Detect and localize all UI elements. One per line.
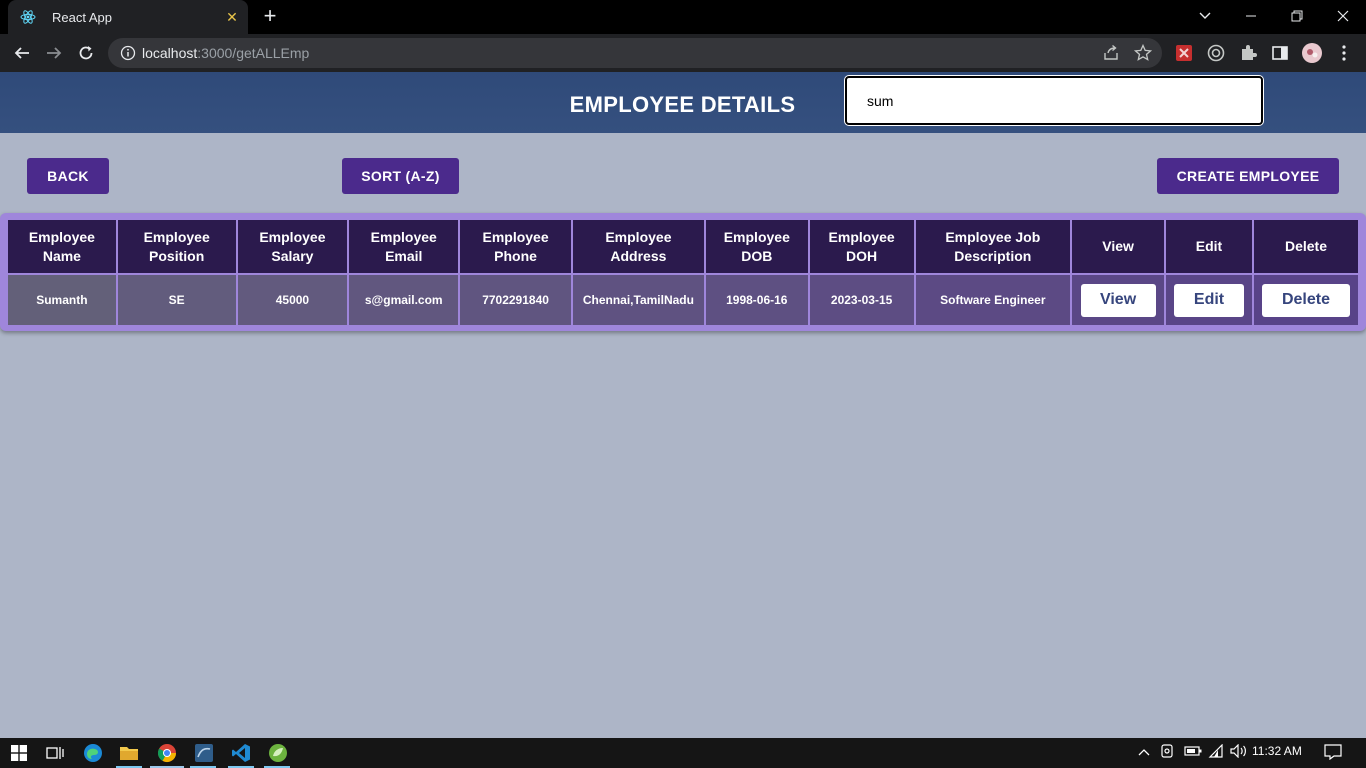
site-info-icon[interactable]: [120, 45, 136, 61]
tab-close-icon[interactable]: ✕: [220, 9, 244, 26]
task-view-icon[interactable]: [44, 742, 66, 764]
notification-center-icon[interactable]: [1324, 744, 1342, 763]
browser-tabstrip: React App ✕ +: [0, 0, 1366, 34]
tab-search-icon[interactable]: [1182, 0, 1228, 32]
reload-icon[interactable]: [72, 39, 100, 67]
react-icon: [20, 9, 36, 25]
view-button[interactable]: View: [1080, 283, 1156, 317]
wifi-icon[interactable]: [1208, 743, 1224, 761]
cell-address: Chennai,TamilNadu: [570, 273, 706, 327]
header-edit: Edit: [1164, 218, 1254, 275]
cell-view: View: [1070, 273, 1167, 327]
tab-title: React App: [52, 9, 112, 25]
chrome-taskbar-icon[interactable]: [156, 742, 178, 764]
vscode-icon[interactable]: [230, 742, 252, 764]
close-window-icon[interactable]: [1320, 0, 1366, 32]
search-input[interactable]: [845, 76, 1263, 125]
employee-table: Employee Name Employee Position Employee…: [6, 218, 1361, 327]
volume-icon[interactable]: [1230, 743, 1248, 761]
chrome-menu-icon[interactable]: [1334, 43, 1354, 63]
header-view: View: [1070, 218, 1167, 275]
header-employee-salary: Employee Salary: [235, 218, 350, 275]
windows-start-icon[interactable]: [8, 742, 30, 764]
sort-button[interactable]: SORT (A-Z): [342, 158, 459, 194]
back-button[interactable]: BACK: [27, 158, 109, 194]
cell-name: Sumanth: [6, 273, 118, 327]
cell-doh: 2023-03-15: [807, 273, 916, 327]
extension-icon[interactable]: [1174, 43, 1194, 63]
taskbar-clock[interactable]: 11:32 AM: [1252, 744, 1302, 758]
table-header-row: Employee Name Employee Position Employee…: [6, 218, 1361, 275]
cell-edit: Edit: [1164, 273, 1254, 327]
target-extension-icon[interactable]: [1206, 43, 1226, 63]
address-bar[interactable]: localhost:3000/getALLEmp: [108, 38, 1162, 68]
file-explorer-icon[interactable]: [118, 742, 140, 764]
url-text: localhost:3000/getALLEmp: [142, 45, 309, 61]
browser-toolbar: localhost:3000/getALLEmp: [0, 34, 1366, 72]
create-employee-button[interactable]: CREATE EMPLOYEE: [1157, 158, 1339, 194]
restore-icon[interactable]: [1274, 0, 1320, 32]
header-delete: Delete: [1251, 218, 1361, 275]
share-icon[interactable]: [1102, 44, 1120, 62]
mysql-workbench-icon[interactable]: [193, 742, 215, 764]
header-employee-name: Employee Name: [6, 218, 118, 275]
back-arrow-icon[interactable]: [8, 39, 36, 67]
page-header: EMPLOYEE DETAILS: [0, 72, 1366, 133]
page-content: EMPLOYEE DETAILS BACK SORT (A-Z) CREATE …: [0, 72, 1366, 738]
delete-button[interactable]: Delete: [1261, 283, 1350, 317]
header-employee-phone: Employee Phone: [458, 218, 573, 275]
new-tab-button[interactable]: +: [258, 5, 282, 29]
windows-taskbar: 11:32 AM: [0, 738, 1366, 768]
cell-position: SE: [115, 273, 238, 327]
table-row: Sumanth SE 45000 s@gmail.com 7702291840 …: [6, 273, 1361, 327]
tray-overflow-icon[interactable]: [1138, 744, 1150, 760]
cell-phone: 7702291840: [458, 273, 573, 327]
forward-arrow-icon[interactable]: [40, 39, 68, 67]
side-panel-icon[interactable]: [1270, 43, 1290, 63]
cell-job-description: Software Engineer: [913, 273, 1073, 327]
battery-icon[interactable]: [1184, 744, 1202, 760]
header-employee-job-description: Employee Job Description: [913, 218, 1073, 275]
minimize-icon[interactable]: [1228, 0, 1274, 32]
meet-now-icon[interactable]: [1160, 744, 1174, 763]
cell-email: s@gmail.com: [347, 273, 461, 327]
employee-table-container: Employee Name Employee Position Employee…: [0, 213, 1366, 331]
header-employee-address: Employee Address: [570, 218, 706, 275]
url-path: :3000/getALLEmp: [197, 45, 310, 61]
header-employee-position: Employee Position: [115, 218, 238, 275]
cell-salary: 45000: [235, 273, 350, 327]
page-title: EMPLOYEE DETAILS: [569, 92, 796, 117]
spring-tool-icon[interactable]: [267, 742, 289, 764]
cell-delete: Delete: [1251, 273, 1361, 327]
header-employee-dob: Employee DOB: [703, 218, 810, 275]
edge-browser-icon[interactable]: [82, 742, 104, 764]
puzzle-extensions-icon[interactable]: [1238, 43, 1258, 63]
header-employee-email: Employee Email: [347, 218, 461, 275]
browser-tab[interactable]: React App ✕: [8, 0, 248, 34]
url-host: localhost: [142, 45, 198, 61]
cell-dob: 1998-06-16: [703, 273, 810, 327]
edit-button[interactable]: Edit: [1174, 283, 1244, 317]
profile-avatar[interactable]: [1302, 43, 1322, 63]
header-employee-doh: Employee DOH: [807, 218, 916, 275]
bookmark-star-icon[interactable]: [1133, 43, 1153, 62]
